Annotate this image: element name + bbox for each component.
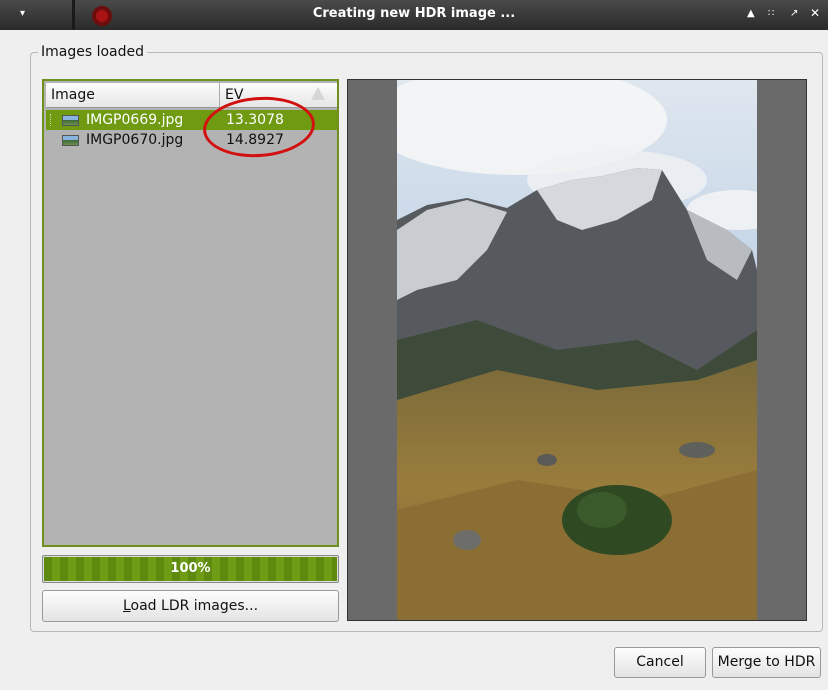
column-header-ev[interactable]: EV — [221, 83, 337, 107]
column-header-image[interactable]: Image — [46, 83, 220, 107]
merge-to-hdr-button[interactable]: Merge to HDR — [712, 647, 821, 678]
window-titlebar: ▾ Creating new HDR image ... ▲ ∷ ↗ ✕ — [0, 0, 828, 30]
cancel-button[interactable]: Cancel — [614, 647, 706, 678]
window-title: Creating new HDR image ... — [312, 6, 516, 21]
sort-ascending-icon[interactable] — [311, 87, 325, 100]
table-header: Image EV — [46, 83, 337, 108]
image-list-table[interactable]: Image EV IMGP0669.jpg 13.3078 IMGP0670.j… — [42, 79, 339, 547]
load-button-label: oad LDR images... — [130, 598, 259, 614]
maximize-icon[interactable]: ↗ — [790, 8, 798, 19]
progress-label: 100% — [170, 561, 211, 576]
load-ldr-images-button[interactable]: Load LDR images... — [42, 590, 339, 622]
close-icon[interactable]: ✕ — [810, 6, 820, 20]
load-button-mnemonic: L — [122, 598, 131, 614]
table-row[interactable]: IMGP0669.jpg 13.3078 — [46, 110, 337, 130]
table-row[interactable]: IMGP0670.jpg 14.8927 — [46, 130, 337, 150]
ev-value: 13.3078 — [226, 112, 284, 128]
window-shade-icon[interactable]: ▲ — [747, 8, 755, 19]
file-name: IMGP0669.jpg — [86, 112, 184, 128]
column-header-ev-label: EV — [225, 87, 244, 103]
ev-value: 14.8927 — [226, 132, 284, 148]
file-name: IMGP0670.jpg — [86, 132, 184, 148]
image-file-icon — [62, 115, 79, 126]
progress-bar: 100% — [42, 555, 339, 583]
tree-branch-line — [50, 114, 52, 126]
mountain-preview-image — [397, 80, 757, 620]
group-title: Images loaded — [38, 44, 148, 60]
window-frame — [0, 30, 9, 690]
image-file-icon — [62, 135, 79, 146]
minimize-icon[interactable]: ∷ — [768, 8, 774, 19]
